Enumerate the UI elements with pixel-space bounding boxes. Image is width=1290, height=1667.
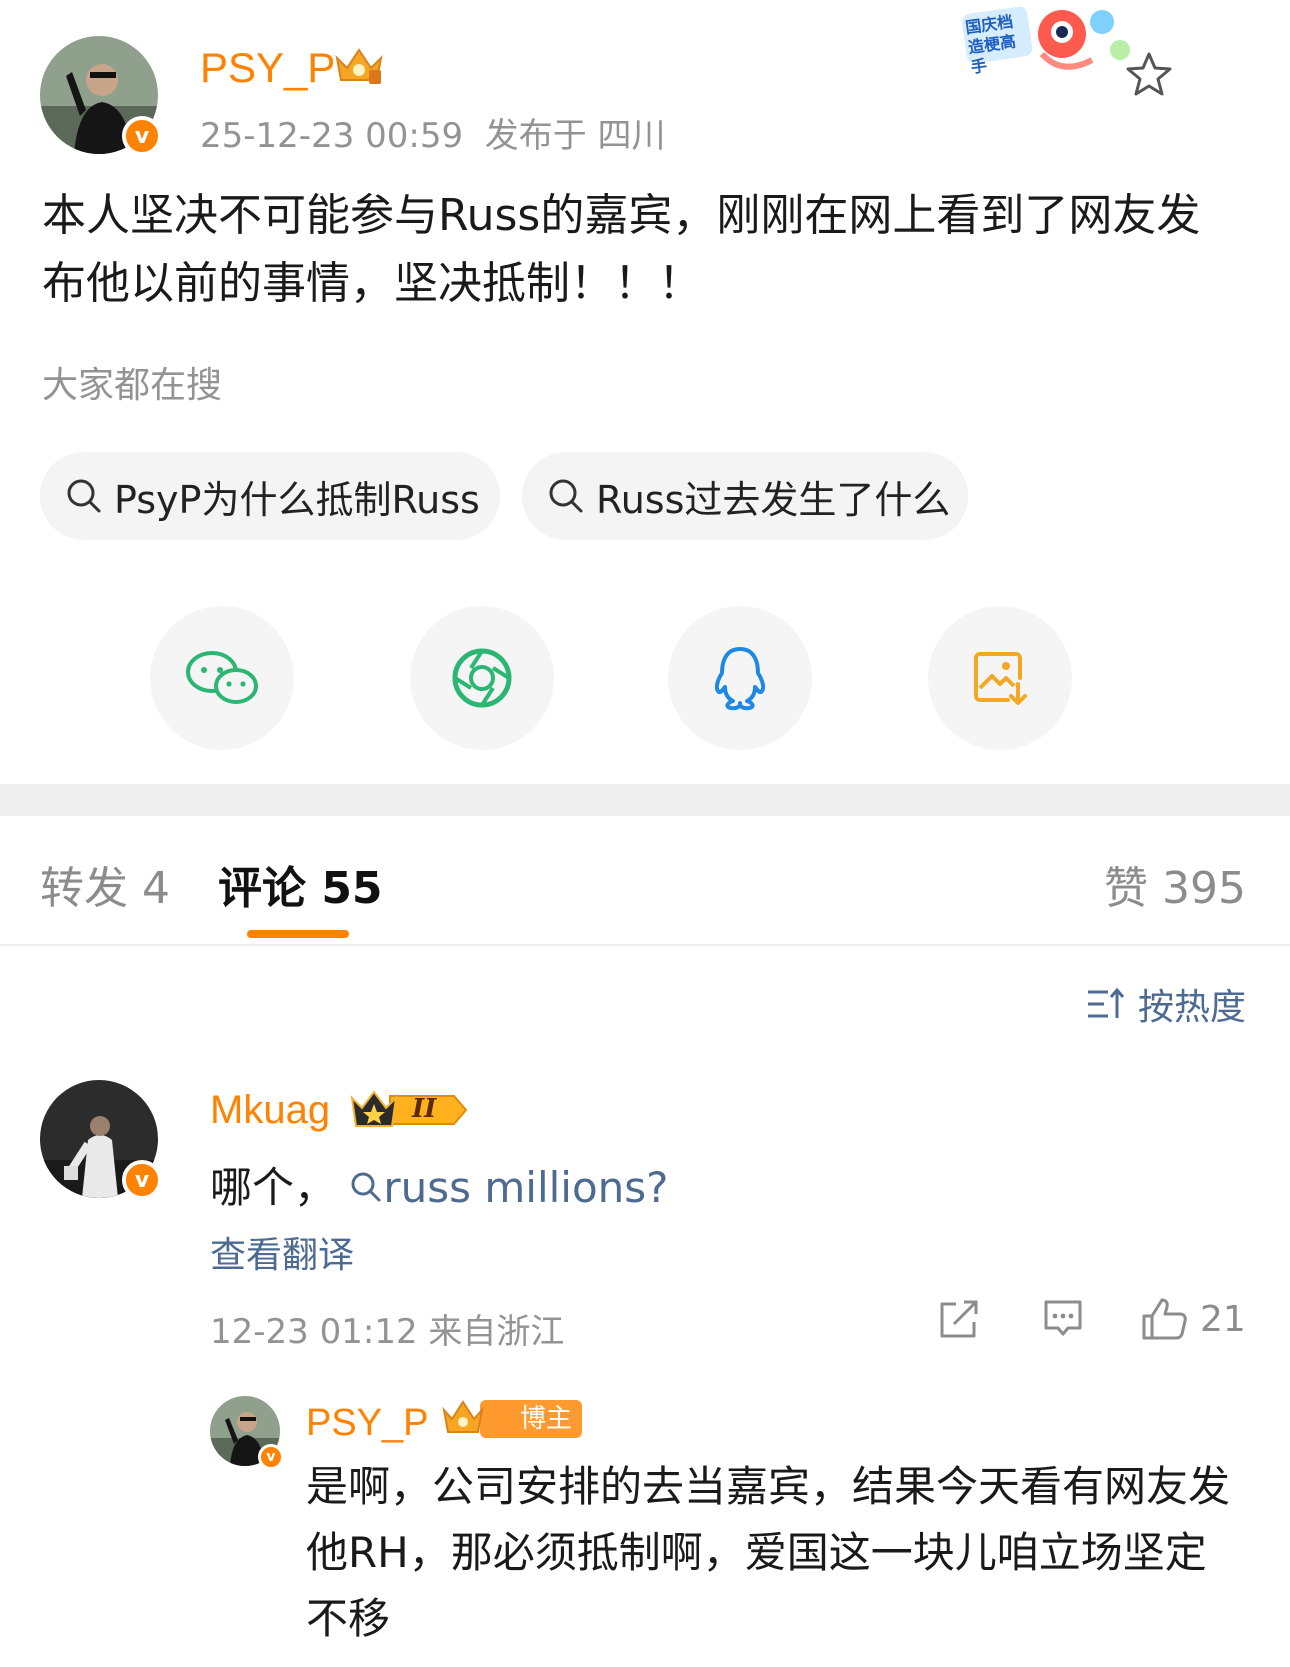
save-image-icon: [974, 652, 1027, 705]
tab-likes[interactable]: 赞 395: [1104, 852, 1246, 916]
active-tab-indicator: [247, 930, 349, 938]
moments-icon: [452, 648, 512, 708]
blogger-tag-label: 博主: [520, 1404, 573, 1434]
post-time: 25-12-23 00:59 发布于 四川: [200, 116, 666, 156]
post-author-name[interactable]: PSY_P: [200, 44, 335, 92]
save-image-button[interactable]: [928, 606, 1072, 750]
share-wechat-button[interactable]: [150, 606, 294, 750]
comment-meta: 12-23 01:12 来自浙江: [210, 1312, 565, 1352]
comment-repost-button[interactable]: [936, 1296, 982, 1342]
favorite-star-button[interactable]: [1124, 50, 1174, 100]
comment-like-count: 21: [1200, 1298, 1246, 1340]
blogger-tag: 博主: [480, 1400, 583, 1438]
share-qq-button[interactable]: [668, 606, 812, 750]
member-level: II: [412, 1094, 437, 1124]
search-icon: [549, 479, 583, 513]
qq-icon: [714, 647, 766, 711]
verified-badge-icon: v: [122, 116, 162, 156]
post-content: 本人坚决不可能参与Russ的嘉宾，刚刚在网上看到了网友发布他以前的事情，坚决抵制…: [42, 190, 1201, 309]
verified-badge-icon: v: [258, 1444, 284, 1470]
commenter-name[interactable]: Mkuag: [210, 1088, 330, 1133]
reply-author-avatar[interactable]: v: [210, 1396, 284, 1470]
tabs-divider: [0, 944, 1290, 946]
reply-content: 是啊，公司安排的去当嘉宾，结果今天看有网友发他RH，那必须抵制啊，爱国这一块儿咱…: [306, 1462, 1231, 1643]
verified-badge-icon: v: [122, 1160, 162, 1200]
campaign-badge[interactable]: 国庆档 造梗高手: [962, 4, 1138, 80]
trending-search-label: 大家都在搜: [42, 365, 223, 406]
search-icon: [351, 1172, 381, 1202]
crown-badge-icon: [333, 46, 385, 90]
sort-label: 按热度: [1137, 987, 1246, 1028]
comment-like-button[interactable]: 21: [1140, 1296, 1246, 1342]
member-level-badge: II: [350, 1088, 470, 1136]
sort-icon: [1087, 987, 1125, 1018]
search-chip-label: Russ过去发生了什么: [596, 477, 951, 522]
author-avatar[interactable]: v: [40, 36, 162, 156]
reply-author-name[interactable]: PSY_P: [306, 1402, 429, 1445]
tab-comments[interactable]: 评论 55: [218, 852, 383, 916]
post-location: 发布于 四川: [484, 116, 666, 156]
comment-icon: [1044, 1300, 1082, 1336]
thumbs-up-icon: [1142, 1298, 1187, 1340]
search-chip-label: PsyP为什么抵制Russ: [114, 477, 480, 522]
topic-link-label: russ millions?: [383, 1163, 669, 1212]
comment-content: 哪个， russ millions?: [210, 1163, 669, 1212]
comment-reply-button[interactable]: [1040, 1296, 1086, 1342]
view-translation-link[interactable]: 查看翻译: [210, 1226, 354, 1278]
repost-icon: [940, 1300, 978, 1338]
search-icon: [67, 479, 101, 513]
section-divider: [0, 784, 1290, 816]
sort-by-hot-button[interactable]: 按热度: [1086, 978, 1246, 1030]
campaign-badge-text: 国庆档 造梗高手: [964, 11, 1018, 77]
search-chip-1[interactable]: PsyP为什么抵制Russ: [40, 452, 500, 540]
crown-badge-icon: [350, 1090, 468, 1127]
tab-repost[interactable]: 转发 4: [40, 852, 170, 916]
search-chip-2[interactable]: Russ过去发生了什么: [522, 452, 968, 540]
topic-link[interactable]: russ millions?: [349, 1163, 668, 1212]
commenter-avatar[interactable]: v: [40, 1080, 162, 1200]
star-icon: [1126, 52, 1172, 96]
share-moments-button[interactable]: [410, 606, 554, 750]
crown-badge-icon: [440, 1398, 486, 1442]
wechat-icon: [186, 651, 258, 704]
